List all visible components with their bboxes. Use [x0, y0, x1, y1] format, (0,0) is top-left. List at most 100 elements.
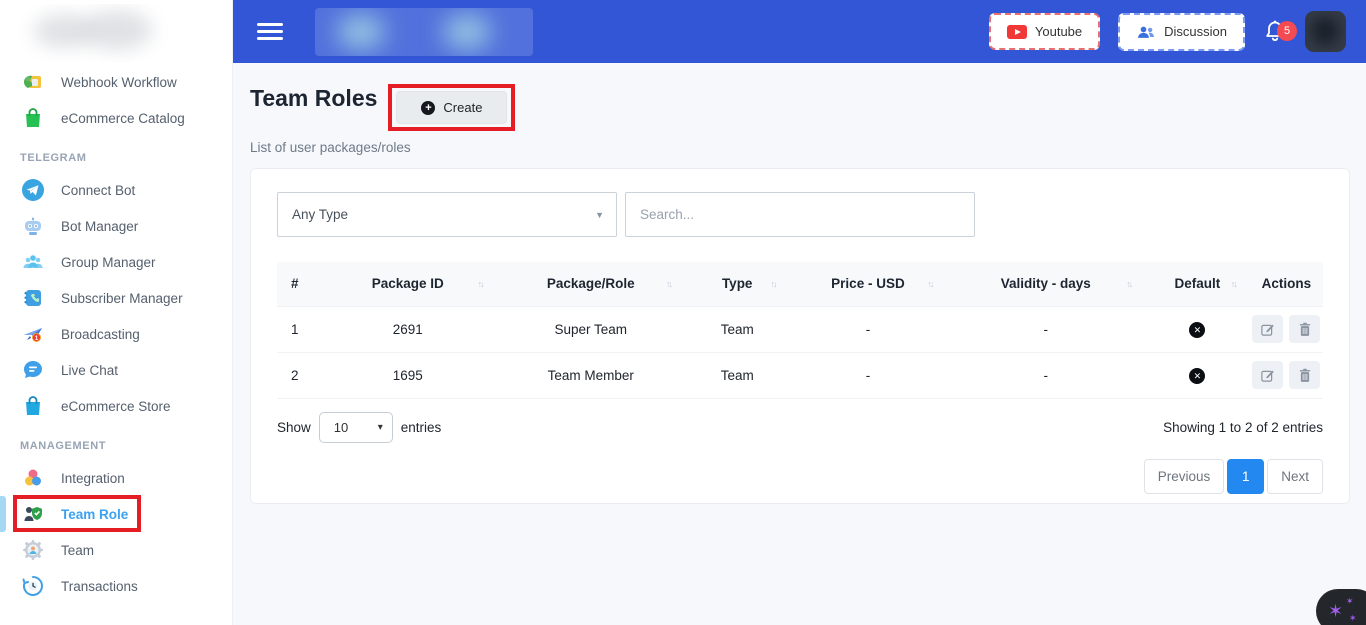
header-blurred-content — [315, 8, 533, 56]
column-header-price[interactable]: Price - USD↑↓ — [790, 262, 947, 306]
column-header-actions: Actions — [1250, 262, 1323, 306]
team-roles-table: # Package ID↑↓ Package/Role↑↓ Type↑↓ Pri… — [277, 262, 1323, 399]
row-number: 2 — [277, 352, 319, 398]
validity-cell: - — [946, 306, 1145, 352]
sidebar-item-transactions[interactable]: Transactions — [0, 568, 232, 604]
sidebar-item-connect-bot[interactable]: Connect Bot — [0, 172, 232, 208]
catalog-bag-icon — [20, 105, 46, 131]
sort-icon: ↑↓ — [771, 279, 776, 289]
page-size-select[interactable]: 10 ▾ — [319, 412, 393, 443]
delete-button[interactable] — [1289, 315, 1320, 343]
pagination: Previous 1 Next — [277, 459, 1323, 494]
broadcast-icon: 1 — [20, 321, 46, 347]
sidebar-item-broadcasting[interactable]: 1 Broadcasting — [0, 316, 232, 352]
sidebar-item-live-chat[interactable]: Live Chat — [0, 352, 232, 388]
notifications-button[interactable]: 5 — [1263, 19, 1287, 45]
sidebar-item-label: Group Manager — [61, 255, 156, 270]
create-button[interactable]: + Create — [396, 91, 507, 124]
edit-button[interactable] — [1252, 361, 1283, 389]
default-cell: ✕ — [1145, 352, 1250, 398]
team-gear-icon — [20, 537, 46, 563]
previous-page-button[interactable]: Previous — [1144, 459, 1225, 494]
type-filter-select[interactable]: Any Type ▼ — [277, 192, 617, 237]
app-logo-blurred — [12, 4, 220, 62]
sidebar-section-management: MANAGEMENT — [0, 424, 232, 460]
youtube-icon — [1007, 25, 1027, 39]
sidebar-item-integration[interactable]: Integration — [0, 460, 232, 496]
sidebar-item-label: Connect Bot — [61, 183, 135, 198]
sidebar-item-label: eCommerce Store — [61, 399, 171, 414]
column-header-type[interactable]: Type↑↓ — [685, 262, 790, 306]
sidebar: Webhook Workflow eCommerce Catalog TELEG… — [0, 0, 233, 625]
create-button-label: Create — [443, 100, 482, 115]
column-header-num: # — [277, 262, 319, 306]
default-cell: ✕ — [1145, 306, 1250, 352]
sidebar-item-team-role[interactable]: Team Role — [0, 496, 232, 532]
column-header-validity[interactable]: Validity - days↑↓ — [946, 262, 1145, 306]
actions-cell — [1250, 306, 1323, 352]
sidebar-item-label: Bot Manager — [61, 219, 138, 234]
sort-icon: ↑↓ — [478, 279, 483, 289]
webhook-icon — [20, 69, 46, 95]
sort-icon: ↑↓ — [1126, 279, 1131, 289]
discussion-button-label: Discussion — [1164, 24, 1227, 39]
group-icon — [20, 249, 46, 275]
youtube-button[interactable]: Youtube — [989, 13, 1100, 50]
search-input[interactable] — [625, 192, 975, 237]
table-row: 2 1695 Team Member Team - - ✕ — [277, 352, 1323, 398]
sidebar-item-subscriber-manager[interactable]: Subscriber Manager — [0, 280, 232, 316]
sidebar-item-team[interactable]: Team — [0, 532, 232, 568]
transactions-icon — [20, 573, 46, 599]
type-filter-value: Any Type — [292, 207, 348, 222]
robot-icon — [20, 213, 46, 239]
x-circle-icon: ✕ — [1189, 322, 1205, 338]
table-header-row: # Package ID↑↓ Package/Role↑↓ Type↑↓ Pri… — [277, 262, 1323, 306]
show-label: Show — [277, 420, 311, 435]
sidebar-item-label: Team — [61, 543, 94, 558]
page-subtitle: List of user packages/roles — [250, 140, 1350, 155]
user-avatar[interactable] — [1305, 11, 1346, 52]
discussion-button[interactable]: Discussion — [1118, 13, 1245, 51]
top-header: Youtube Discussion 5 — [233, 0, 1366, 63]
hamburger-menu-icon[interactable] — [257, 19, 283, 44]
sidebar-item-webhook-workflow[interactable]: Webhook Workflow — [0, 64, 232, 100]
delete-button[interactable] — [1289, 361, 1320, 389]
showing-entries-text: Showing 1 to 2 of 2 entries — [1163, 420, 1323, 435]
price-cell: - — [790, 352, 947, 398]
sidebar-item-bot-manager[interactable]: Bot Manager — [0, 208, 232, 244]
page-1-button[interactable]: 1 — [1227, 459, 1264, 494]
package-id-cell: 1695 — [319, 352, 497, 398]
next-page-button[interactable]: Next — [1267, 459, 1323, 494]
integration-icon — [20, 465, 46, 491]
sidebar-item-label: Broadcasting — [61, 327, 140, 342]
sparkle-icon: ✶ — [1349, 613, 1357, 624]
sidebar-item-label: eCommerce Catalog — [61, 111, 185, 126]
page-size-value: 10 — [334, 420, 348, 435]
ai-assistant-button[interactable]: ✶ ✶ ✶ — [1316, 589, 1366, 625]
annotation-box-create: + Create — [388, 84, 515, 131]
youtube-button-label: Youtube — [1035, 24, 1082, 39]
sidebar-section-telegram: TELEGRAM — [0, 136, 232, 172]
column-header-package-role[interactable]: Package/Role↑↓ — [497, 262, 685, 306]
sort-icon: ↑↓ — [927, 279, 932, 289]
sidebar-item-label: Subscriber Manager — [61, 291, 183, 306]
price-cell: - — [790, 306, 947, 352]
sidebar-item-group-manager[interactable]: Group Manager — [0, 244, 232, 280]
users-icon — [1136, 24, 1156, 40]
team-role-icon — [20, 501, 46, 527]
actions-cell — [1250, 352, 1323, 398]
package-id-cell: 2691 — [319, 306, 497, 352]
sidebar-item-ecommerce-store[interactable]: eCommerce Store — [0, 388, 232, 424]
edit-button[interactable] — [1252, 315, 1283, 343]
app-root: Webhook Workflow eCommerce Catalog TELEG… — [0, 0, 1366, 625]
column-header-package-id[interactable]: Package ID↑↓ — [319, 262, 497, 306]
chat-icon — [20, 357, 46, 383]
sparkle-icon: ✶ — [1346, 596, 1354, 607]
sidebar-item-ecommerce-catalog[interactable]: eCommerce Catalog — [0, 100, 232, 136]
package-role-cell: Super Team — [497, 306, 685, 352]
column-header-default[interactable]: Default↑↓ — [1145, 262, 1250, 306]
validity-cell: - — [946, 352, 1145, 398]
sidebar-item-label: Live Chat — [61, 363, 118, 378]
sidebar-item-label: Transactions — [61, 579, 138, 594]
telegram-icon — [20, 177, 46, 203]
